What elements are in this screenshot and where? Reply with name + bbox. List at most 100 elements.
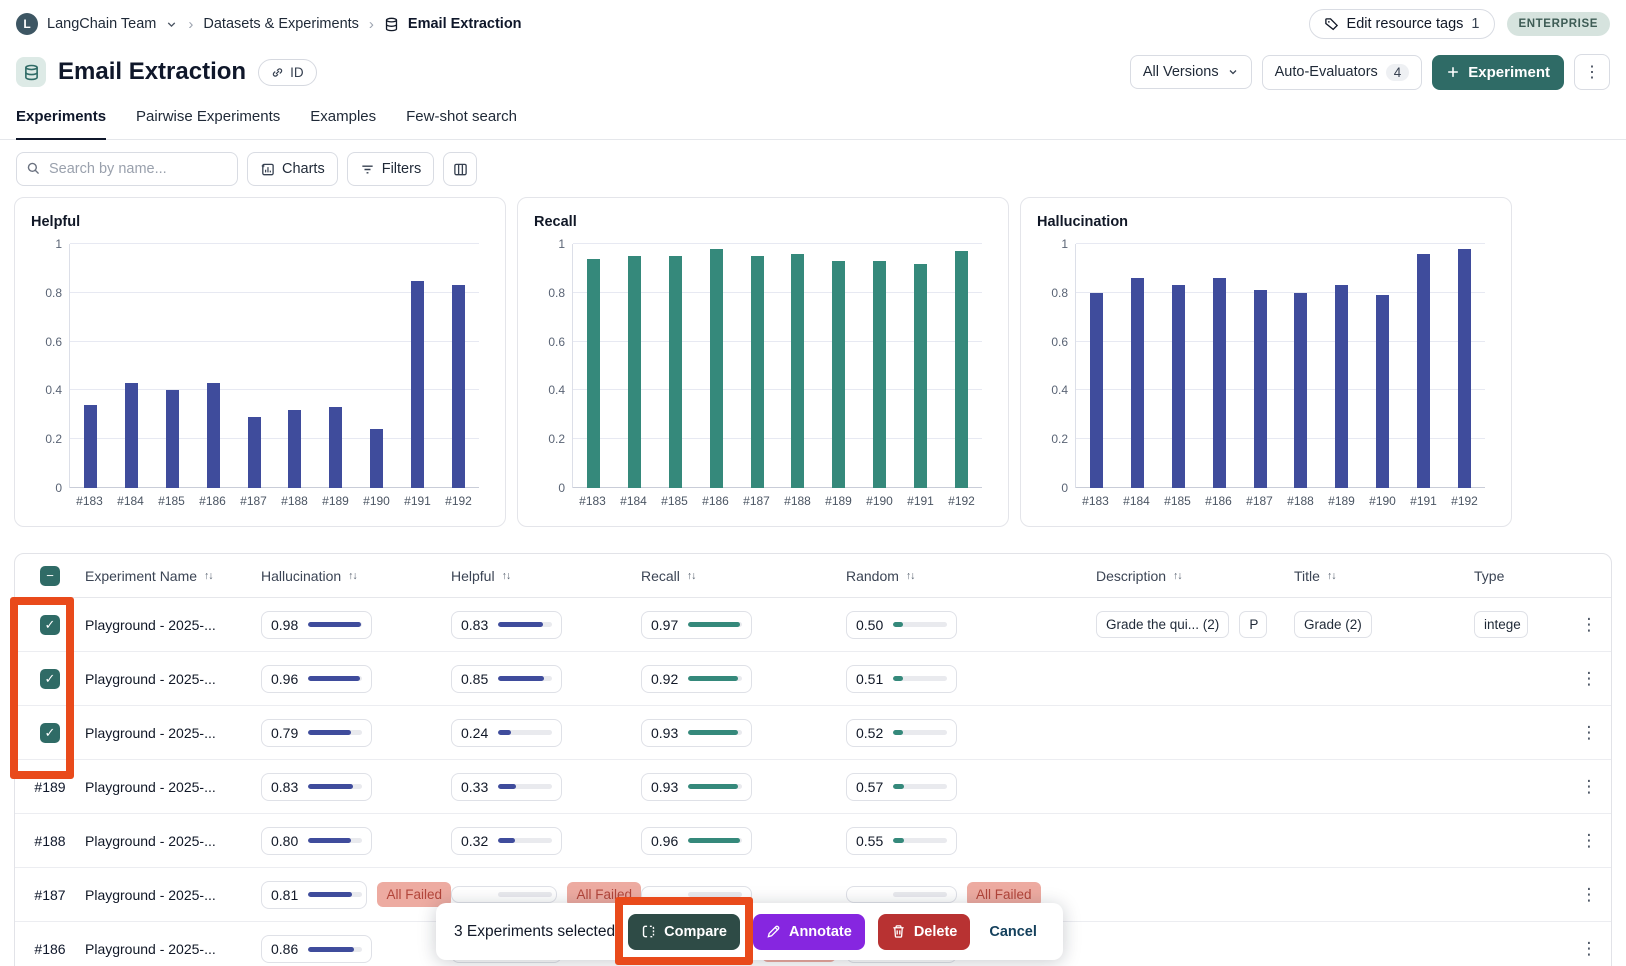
metric-value: 0.97 — [651, 617, 681, 633]
row-select-cell: #187 — [15, 887, 85, 903]
tab-examples[interactable]: Examples — [310, 108, 376, 139]
new-experiment-button[interactable]: Experiment — [1432, 55, 1564, 90]
kebab-icon[interactable]: ⋮ — [1575, 723, 1604, 743]
kebab-icon[interactable]: ⋮ — [1575, 885, 1604, 905]
metric-bar-fill — [893, 838, 904, 843]
table-row[interactable]: #188Playground - 2025-...0.800.320.960.5… — [15, 814, 1611, 868]
column-header-random[interactable]: Random ↑↓ — [846, 568, 1096, 584]
column-label: Random — [846, 568, 899, 584]
tab-experiments[interactable]: Experiments — [16, 108, 106, 140]
experiment-name[interactable]: Playground - 2025-... — [85, 941, 261, 957]
column-header-helpful[interactable]: Helpful↑↓ — [451, 568, 641, 584]
experiment-name[interactable]: Playground - 2025-... — [85, 833, 261, 849]
annotate-label: Annotate — [789, 924, 852, 940]
column-header-experiment-name[interactable]: Experiment Name↑↓ — [85, 568, 261, 584]
column-header-description[interactable]: Description↑↓ — [1096, 568, 1294, 584]
experiment-name[interactable]: Playground - 2025-... — [85, 725, 261, 741]
column-header-type[interactable]: Type — [1474, 568, 1569, 584]
chart-xtick: #188 — [274, 494, 315, 508]
chart-xtick: #184 — [110, 494, 151, 508]
sort-icon[interactable]: ↑↓ — [1173, 570, 1182, 582]
row-select-cell: ✓ — [15, 723, 85, 743]
table-row[interactable]: ✓Playground - 2025-...0.790.240.930.52⋮ — [15, 706, 1611, 760]
metric-value: 0.85 — [461, 671, 491, 687]
metric-value: 0.96 — [271, 671, 301, 687]
chart-xtick: #183 — [69, 494, 110, 508]
metric-bar-fill — [893, 622, 903, 627]
chart-xtick: #187 — [736, 494, 777, 508]
table-row[interactable]: ✓Playground - 2025-...0.960.850.920.51⋮ — [15, 652, 1611, 706]
title-row: Email Extraction ID All Versions Auto-Ev… — [0, 50, 1626, 94]
kebab-icon[interactable]: ⋮ — [1575, 669, 1604, 689]
search-input[interactable] — [16, 152, 238, 186]
copy-id-button[interactable]: ID — [258, 59, 317, 86]
auto-evaluators-button[interactable]: Auto-Evaluators 4 — [1262, 55, 1423, 90]
row-menu-cell: ⋮ — [1569, 777, 1609, 797]
metric-pill — [451, 886, 557, 903]
row-checkbox[interactable]: ✓ — [40, 723, 60, 743]
metric-value: 0.81 — [271, 887, 301, 903]
metric-pill — [846, 886, 957, 903]
compare-button[interactable]: Compare — [628, 914, 740, 950]
chart-bar-slot — [778, 244, 819, 488]
sort-icon[interactable]: ↑↓ — [687, 570, 696, 582]
tab-pairwise-experiments[interactable]: Pairwise Experiments — [136, 108, 280, 139]
experiment-name[interactable]: Playground - 2025-... — [85, 887, 261, 903]
row-select-cell: #189 — [15, 779, 85, 795]
versions-select[interactable]: All Versions — [1130, 55, 1252, 89]
columns-button[interactable] — [443, 152, 477, 186]
cell-helpful: 0.33 — [451, 773, 641, 801]
chart-ytick: 0.4 — [548, 383, 565, 397]
edit-resource-tags-button[interactable]: Edit resource tags 1 — [1309, 9, 1495, 39]
kebab-icon[interactable]: ⋮ — [1575, 615, 1604, 635]
chart-bar-slot — [818, 244, 859, 488]
sort-icon[interactable]: ↑↓ — [906, 570, 915, 582]
chart-bar — [1131, 278, 1144, 488]
chart-xtick: #185 — [151, 494, 192, 508]
annotate-button[interactable]: Annotate — [753, 914, 865, 950]
table-row[interactable]: #189Playground - 2025-...0.830.330.930.5… — [15, 760, 1611, 814]
column-label: Title — [1294, 568, 1320, 584]
metric-bar — [893, 676, 947, 681]
charts-button[interactable]: Charts — [247, 152, 338, 186]
sort-icon[interactable]: ↑↓ — [348, 570, 357, 582]
metric-pill: 0.80 — [261, 827, 372, 855]
chart-xtick: #190 — [859, 494, 900, 508]
chart-icon — [260, 162, 275, 177]
chevron-down-icon[interactable] — [165, 18, 178, 31]
chart-bar-slot — [111, 244, 152, 488]
breadcrumb-team[interactable]: LangChain Team — [47, 16, 156, 32]
select-all-checkbox[interactable]: − — [40, 566, 60, 586]
column-header-title[interactable]: Title ↑↓ — [1294, 568, 1474, 584]
chart-ytick: 0 — [55, 481, 62, 495]
metric-pill: 0.86 — [261, 935, 372, 963]
kebab-icon[interactable]: ⋮ — [1575, 831, 1604, 851]
breadcrumb-section[interactable]: Datasets & Experiments — [203, 16, 359, 32]
filters-button[interactable]: Filters — [347, 152, 434, 186]
kebab-icon[interactable]: ⋮ — [1575, 777, 1604, 797]
table-row[interactable]: ✓Playground - 2025-...0.980.830.970.50Gr… — [15, 598, 1611, 652]
chart-bar-slot — [397, 244, 438, 488]
chart-ytick: 0.2 — [548, 432, 565, 446]
row-checkbox[interactable]: ✓ — [40, 615, 60, 635]
kebab-icon[interactable]: ⋮ — [1575, 939, 1604, 959]
cell-recall: 0.96 — [641, 827, 846, 855]
sort-icon[interactable]: ↑↓ — [1327, 570, 1336, 582]
metric-value: 0.50 — [856, 617, 886, 633]
tab-bar: Experiments Pairwise Experiments Examples F… — [0, 108, 1626, 140]
tab-few-shot-search[interactable]: Few-shot search — [406, 108, 517, 139]
chart-bar-slot — [193, 244, 234, 488]
experiment-name[interactable]: Playground - 2025-... — [85, 779, 261, 795]
delete-button[interactable]: Delete — [878, 914, 971, 950]
column-header-recall[interactable]: Recall↑↓ — [641, 568, 846, 584]
chart-xtick: #183 — [1075, 494, 1116, 508]
experiment-name[interactable]: Playground - 2025-... — [85, 671, 261, 687]
column-header-hallucination[interactable]: Hallucination↑↓ — [261, 568, 451, 584]
more-options-button[interactable]: ⋮ — [1574, 54, 1610, 90]
sort-icon[interactable]: ↑↓ — [502, 570, 511, 582]
experiment-name[interactable]: Playground - 2025-... — [85, 617, 261, 633]
row-checkbox[interactable]: ✓ — [40, 669, 60, 689]
sort-icon[interactable]: ↑↓ — [204, 570, 213, 582]
cancel-button[interactable]: Cancel — [983, 914, 1043, 950]
chart-bar — [1254, 290, 1267, 488]
